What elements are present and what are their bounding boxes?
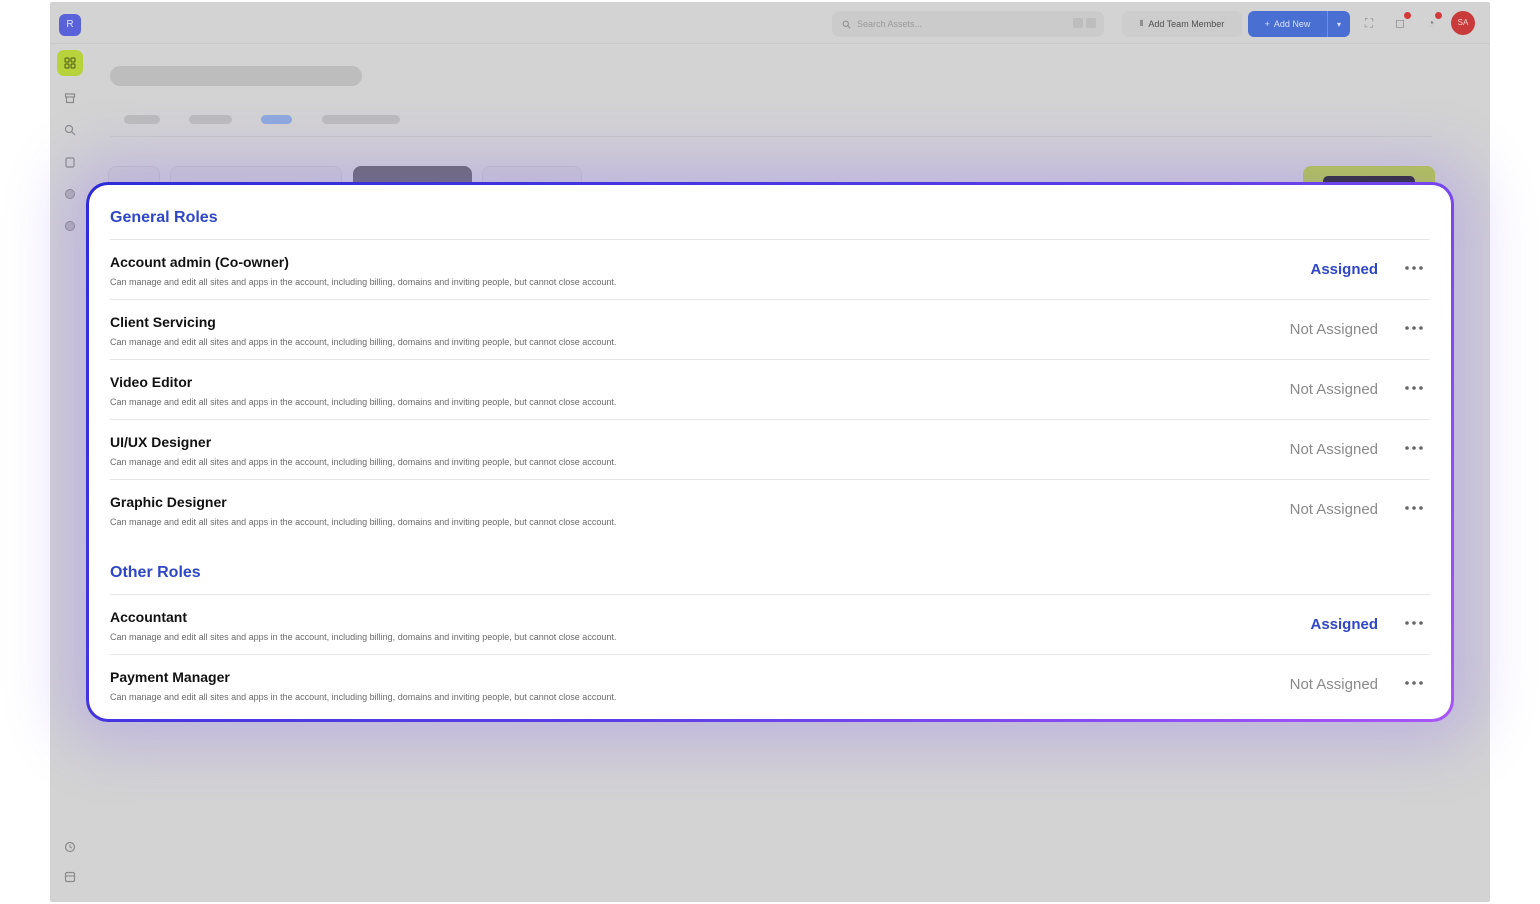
general-roles-title: General Roles xyxy=(110,209,218,226)
top-bar: Search Assets... ⦀ Add Team Member + Add… xyxy=(50,2,1490,44)
add-team-member-button[interactable]: ⦀ Add Team Member xyxy=(1122,11,1242,37)
more-horizontal-icon[interactable] xyxy=(1400,314,1428,342)
role-name: Accountant xyxy=(110,609,187,625)
role-row: Accountant Can manage and edit all sites … xyxy=(110,595,1430,655)
more-horizontal-icon[interactable] xyxy=(1400,494,1428,522)
dashboard-icon[interactable] xyxy=(57,50,83,76)
plus-icon: + xyxy=(1264,19,1270,29)
other-roles-list: Accountant Can manage and edit all sites … xyxy=(110,595,1430,715)
role-row: Video Editor Can manage and edit all site… xyxy=(110,360,1430,420)
role-status[interactable]: Not Assigned xyxy=(1290,441,1378,458)
other-roles-title: Other Roles xyxy=(110,564,201,581)
role-row: Payment Manager Can manage and edit all s… xyxy=(110,655,1430,715)
search-icon[interactable] xyxy=(60,120,80,140)
user-plus-icon: ⦀ xyxy=(1139,19,1144,28)
clock-icon[interactable] xyxy=(64,840,76,858)
role-description: Can manage and edit all sites and apps i… xyxy=(110,337,617,347)
roles-card-body: General Roles Account admin (Co-owner) Ca… xyxy=(89,185,1451,719)
more-horizontal-icon[interactable] xyxy=(1400,669,1428,697)
role-name: UI/UX Designer xyxy=(110,434,212,450)
fullscreen-icon[interactable]: ⛶ xyxy=(1360,14,1378,32)
role-row: UI/UX Designer Can manage and edit all si… xyxy=(110,420,1430,480)
globe-icon[interactable] xyxy=(60,184,80,204)
tab-divider xyxy=(110,136,1432,137)
role-name: Payment Manager xyxy=(110,669,230,685)
avatar[interactable]: SA xyxy=(1451,11,1475,35)
sidebar: R xyxy=(50,2,90,902)
add-new-button[interactable]: + Add New ▾ xyxy=(1248,11,1350,37)
page-title-placeholder xyxy=(110,66,362,86)
role-description: Can manage and edit all sites and apps i… xyxy=(110,397,617,407)
roles-card: General Roles Account admin (Co-owner) Ca… xyxy=(86,182,1454,722)
role-description: Can manage and edit all sites and apps i… xyxy=(110,692,617,702)
search-icon xyxy=(842,20,851,29)
role-status[interactable]: Assigned xyxy=(1310,261,1378,278)
add-new-label: Add New xyxy=(1273,19,1311,29)
archive-icon[interactable] xyxy=(60,88,80,108)
chat-icon[interactable]: ◻ xyxy=(1391,12,1411,32)
more-horizontal-icon[interactable] xyxy=(1400,254,1428,282)
search-input[interactable]: Search Assets... xyxy=(832,11,1104,37)
more-horizontal-icon[interactable] xyxy=(1400,374,1428,402)
keyboard-shortcut xyxy=(1073,18,1096,28)
role-row: Account admin (Co-owner) Can manage and e… xyxy=(110,240,1430,300)
role-name: Account admin (Co-owner) xyxy=(110,254,289,270)
help-icon[interactable] xyxy=(60,216,80,236)
general-roles-list: Account admin (Co-owner) Can manage and e… xyxy=(110,240,1430,540)
role-status[interactable]: Not Assigned xyxy=(1290,501,1378,518)
role-name: Client Servicing xyxy=(110,314,216,330)
tab-placeholder xyxy=(322,115,400,124)
search-placeholder: Search Assets... xyxy=(857,19,923,29)
role-name: Graphic Designer xyxy=(110,494,227,510)
role-status[interactable]: Not Assigned xyxy=(1290,676,1378,693)
add-team-member-label: Add Team Member xyxy=(1148,19,1225,29)
tab-placeholder xyxy=(189,115,232,124)
role-description: Can manage and edit all sites and apps i… xyxy=(110,632,617,642)
layout-icon[interactable] xyxy=(64,870,76,888)
role-name: Video Editor xyxy=(110,374,193,390)
role-status[interactable]: Not Assigned xyxy=(1290,381,1378,398)
role-description: Can manage and edit all sites and apps i… xyxy=(110,457,617,467)
bell-icon[interactable]: ◔ xyxy=(1422,12,1442,32)
clipboard-icon[interactable] xyxy=(60,152,80,172)
tab-placeholder-active xyxy=(261,115,292,124)
role-row: Graphic Designer Can manage and edit all … xyxy=(110,480,1430,540)
tab-placeholder xyxy=(124,115,160,124)
more-horizontal-icon[interactable] xyxy=(1400,434,1428,462)
role-status[interactable]: Assigned xyxy=(1310,616,1378,633)
role-description: Can manage and edit all sites and apps i… xyxy=(110,277,617,287)
role-description: Can manage and edit all sites and apps i… xyxy=(110,517,617,527)
chevron-down-icon[interactable]: ▾ xyxy=(1328,20,1350,29)
role-status[interactable]: Not Assigned xyxy=(1290,321,1378,338)
more-horizontal-icon[interactable] xyxy=(1400,609,1428,637)
role-row: Client Servicing Can manage and edit all … xyxy=(110,300,1430,360)
